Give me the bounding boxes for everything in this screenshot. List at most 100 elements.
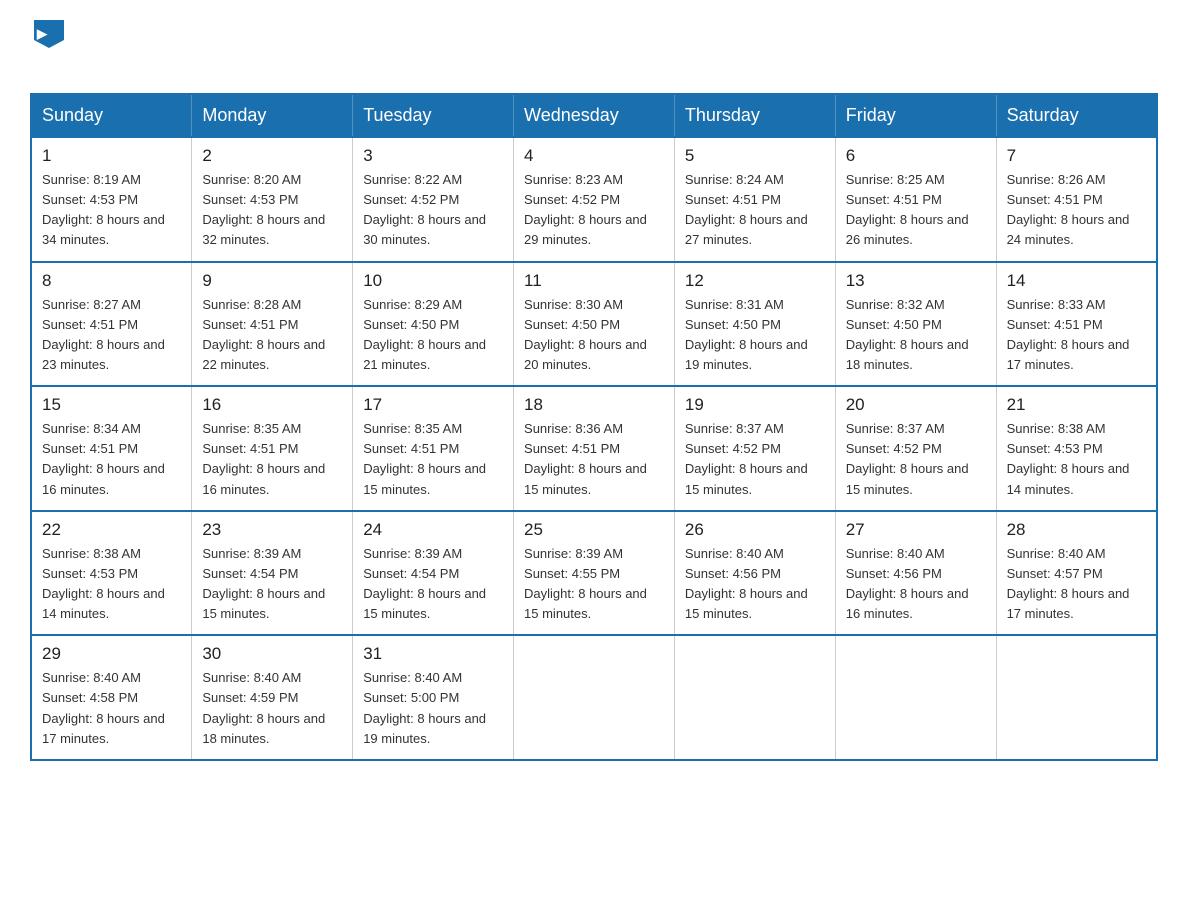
calendar-cell: 15Sunrise: 8:34 AMSunset: 4:51 PMDayligh… bbox=[31, 386, 192, 511]
calendar-week-row: 22 Sunrise: 8:38 AMSunset: 4:53 PMDayligh… bbox=[31, 511, 1157, 636]
calendar-cell bbox=[835, 635, 996, 760]
calendar-cell: 9 Sunrise: 8:28 AMSunset: 4:51 PMDaylight… bbox=[192, 262, 353, 387]
calendar-week-row: 15Sunrise: 8:34 AMSunset: 4:51 PMDayligh… bbox=[31, 386, 1157, 511]
day-info: Sunrise: 8:20 AMSunset: 4:53 PMDaylight:… bbox=[202, 170, 342, 251]
calendar-cell: 30 Sunrise: 8:40 AMSunset: 4:59 PMDayligh… bbox=[192, 635, 353, 760]
day-info: Sunrise: 8:23 AMSunset: 4:52 PMDaylight:… bbox=[524, 170, 664, 251]
day-number: 27 bbox=[846, 520, 986, 540]
weekday-header-wednesday: Wednesday bbox=[514, 94, 675, 137]
day-info: Sunrise: 8:27 AMSunset: 4:51 PMDaylight:… bbox=[42, 295, 181, 376]
calendar-cell: 3Sunrise: 8:22 AMSunset: 4:52 PMDaylight… bbox=[353, 137, 514, 262]
day-number: 12 bbox=[685, 271, 825, 291]
calendar-cell: 26Sunrise: 8:40 AMSunset: 4:56 PMDayligh… bbox=[674, 511, 835, 636]
day-info: Sunrise: 8:39 AMSunset: 4:55 PMDaylight:… bbox=[524, 544, 664, 625]
day-info: Sunrise: 8:29 AMSunset: 4:50 PMDaylight:… bbox=[363, 295, 503, 376]
day-number: 13 bbox=[846, 271, 986, 291]
calendar-cell: 31 Sunrise: 8:40 AMSunset: 5:00 PMDayligh… bbox=[353, 635, 514, 760]
day-number: 17 bbox=[363, 395, 503, 415]
day-info: Sunrise: 8:40 AMSunset: 4:56 PMDaylight:… bbox=[846, 544, 986, 625]
day-number: 26 bbox=[685, 520, 825, 540]
day-info: Sunrise: 8:39 AMSunset: 4:54 PMDaylight:… bbox=[202, 544, 342, 625]
weekday-header-monday: Monday bbox=[192, 94, 353, 137]
day-info: Sunrise: 8:36 AMSunset: 4:51 PMDaylight:… bbox=[524, 419, 664, 500]
day-info: Sunrise: 8:40 AMSunset: 5:00 PMDaylight:… bbox=[363, 668, 503, 749]
calendar-cell: 23Sunrise: 8:39 AMSunset: 4:54 PMDayligh… bbox=[192, 511, 353, 636]
day-number: 19 bbox=[685, 395, 825, 415]
day-number: 25 bbox=[524, 520, 664, 540]
calendar-cell: 11 Sunrise: 8:30 AMSunset: 4:50 PMDayligh… bbox=[514, 262, 675, 387]
day-info: Sunrise: 8:31 AMSunset: 4:50 PMDaylight:… bbox=[685, 295, 825, 376]
day-info: Sunrise: 8:32 AMSunset: 4:50 PMDaylight:… bbox=[846, 295, 986, 376]
calendar-cell: 17 Sunrise: 8:35 AMSunset: 4:51 PMDayligh… bbox=[353, 386, 514, 511]
day-info: Sunrise: 8:30 AMSunset: 4:50 PMDaylight:… bbox=[524, 295, 664, 376]
day-info: Sunrise: 8:38 AMSunset: 4:53 PMDaylight:… bbox=[42, 544, 181, 625]
day-info: Sunrise: 8:26 AMSunset: 4:51 PMDaylight:… bbox=[1007, 170, 1146, 251]
calendar-cell: 18 Sunrise: 8:36 AMSunset: 4:51 PMDayligh… bbox=[514, 386, 675, 511]
calendar-cell: 29 Sunrise: 8:40 AMSunset: 4:58 PMDayligh… bbox=[31, 635, 192, 760]
day-info: Sunrise: 8:38 AMSunset: 4:53 PMDaylight:… bbox=[1007, 419, 1146, 500]
day-info: Sunrise: 8:37 AMSunset: 4:52 PMDaylight:… bbox=[846, 419, 986, 500]
calendar-cell bbox=[514, 635, 675, 760]
calendar-cell: 8 Sunrise: 8:27 AMSunset: 4:51 PMDaylight… bbox=[31, 262, 192, 387]
day-info: Sunrise: 8:33 AMSunset: 4:51 PMDaylight:… bbox=[1007, 295, 1146, 376]
calendar-cell: 2 Sunrise: 8:20 AMSunset: 4:53 PMDaylight… bbox=[192, 137, 353, 262]
day-number: 10 bbox=[363, 271, 503, 291]
calendar-cell: 4 Sunrise: 8:23 AMSunset: 4:52 PMDaylight… bbox=[514, 137, 675, 262]
day-number: 1 bbox=[42, 146, 181, 166]
calendar-cell: 1 Sunrise: 8:19 AMSunset: 4:53 PMDaylight… bbox=[31, 137, 192, 262]
day-number: 22 bbox=[42, 520, 181, 540]
calendar-cell bbox=[674, 635, 835, 760]
calendar-cell: 6 Sunrise: 8:25 AMSunset: 4:51 PMDaylight… bbox=[835, 137, 996, 262]
calendar-cell: 7 Sunrise: 8:26 AMSunset: 4:51 PMDaylight… bbox=[996, 137, 1157, 262]
day-info: Sunrise: 8:28 AMSunset: 4:51 PMDaylight:… bbox=[202, 295, 342, 376]
day-number: 9 bbox=[202, 271, 342, 291]
day-number: 16 bbox=[202, 395, 342, 415]
calendar-cell: 20 Sunrise: 8:37 AMSunset: 4:52 PMDayligh… bbox=[835, 386, 996, 511]
calendar-cell: 24Sunrise: 8:39 AMSunset: 4:54 PMDayligh… bbox=[353, 511, 514, 636]
day-number: 21 bbox=[1007, 395, 1146, 415]
day-info: Sunrise: 8:35 AMSunset: 4:51 PMDaylight:… bbox=[363, 419, 503, 500]
calendar-cell: 22 Sunrise: 8:38 AMSunset: 4:53 PMDayligh… bbox=[31, 511, 192, 636]
calendar-cell bbox=[996, 635, 1157, 760]
day-info: Sunrise: 8:40 AMSunset: 4:57 PMDaylight:… bbox=[1007, 544, 1146, 625]
page-header: ▶ bbox=[30, 20, 1158, 75]
logo-flag-icon: ▶ bbox=[32, 18, 66, 52]
calendar-cell: 5 Sunrise: 8:24 AMSunset: 4:51 PMDaylight… bbox=[674, 137, 835, 262]
weekday-header-tuesday: Tuesday bbox=[353, 94, 514, 137]
weekday-header-friday: Friday bbox=[835, 94, 996, 137]
day-number: 28 bbox=[1007, 520, 1146, 540]
day-number: 5 bbox=[685, 146, 825, 166]
weekday-header-saturday: Saturday bbox=[996, 94, 1157, 137]
calendar-cell: 16Sunrise: 8:35 AMSunset: 4:51 PMDayligh… bbox=[192, 386, 353, 511]
calendar-cell: 21 Sunrise: 8:38 AMSunset: 4:53 PMDayligh… bbox=[996, 386, 1157, 511]
svg-text:▶: ▶ bbox=[36, 26, 48, 41]
day-number: 14 bbox=[1007, 271, 1146, 291]
day-info: Sunrise: 8:39 AMSunset: 4:54 PMDaylight:… bbox=[363, 544, 503, 625]
day-number: 7 bbox=[1007, 146, 1146, 166]
day-info: Sunrise: 8:22 AMSunset: 4:52 PMDaylight:… bbox=[363, 170, 503, 251]
day-info: Sunrise: 8:40 AMSunset: 4:59 PMDaylight:… bbox=[202, 668, 342, 749]
day-number: 18 bbox=[524, 395, 664, 415]
day-info: Sunrise: 8:37 AMSunset: 4:52 PMDaylight:… bbox=[685, 419, 825, 500]
day-info: Sunrise: 8:19 AMSunset: 4:53 PMDaylight:… bbox=[42, 170, 181, 251]
day-number: 29 bbox=[42, 644, 181, 664]
calendar-cell: 14 Sunrise: 8:33 AMSunset: 4:51 PMDayligh… bbox=[996, 262, 1157, 387]
day-number: 8 bbox=[42, 271, 181, 291]
day-info: Sunrise: 8:34 AMSunset: 4:51 PMDaylight:… bbox=[42, 419, 181, 500]
calendar-cell: 28 Sunrise: 8:40 AMSunset: 4:57 PMDayligh… bbox=[996, 511, 1157, 636]
calendar-cell: 12 Sunrise: 8:31 AMSunset: 4:50 PMDayligh… bbox=[674, 262, 835, 387]
calendar-cell: 25 Sunrise: 8:39 AMSunset: 4:55 PMDayligh… bbox=[514, 511, 675, 636]
day-info: Sunrise: 8:40 AMSunset: 4:58 PMDaylight:… bbox=[42, 668, 181, 749]
day-info: Sunrise: 8:25 AMSunset: 4:51 PMDaylight:… bbox=[846, 170, 986, 251]
day-number: 6 bbox=[846, 146, 986, 166]
day-info: Sunrise: 8:24 AMSunset: 4:51 PMDaylight:… bbox=[685, 170, 825, 251]
day-number: 20 bbox=[846, 395, 986, 415]
day-number: 31 bbox=[363, 644, 503, 664]
calendar-week-row: 29 Sunrise: 8:40 AMSunset: 4:58 PMDayligh… bbox=[31, 635, 1157, 760]
weekday-header-sunday: Sunday bbox=[31, 94, 192, 137]
day-number: 2 bbox=[202, 146, 342, 166]
day-number: 4 bbox=[524, 146, 664, 166]
day-number: 11 bbox=[524, 271, 664, 291]
calendar-cell: 27 Sunrise: 8:40 AMSunset: 4:56 PMDayligh… bbox=[835, 511, 996, 636]
day-number: 30 bbox=[202, 644, 342, 664]
